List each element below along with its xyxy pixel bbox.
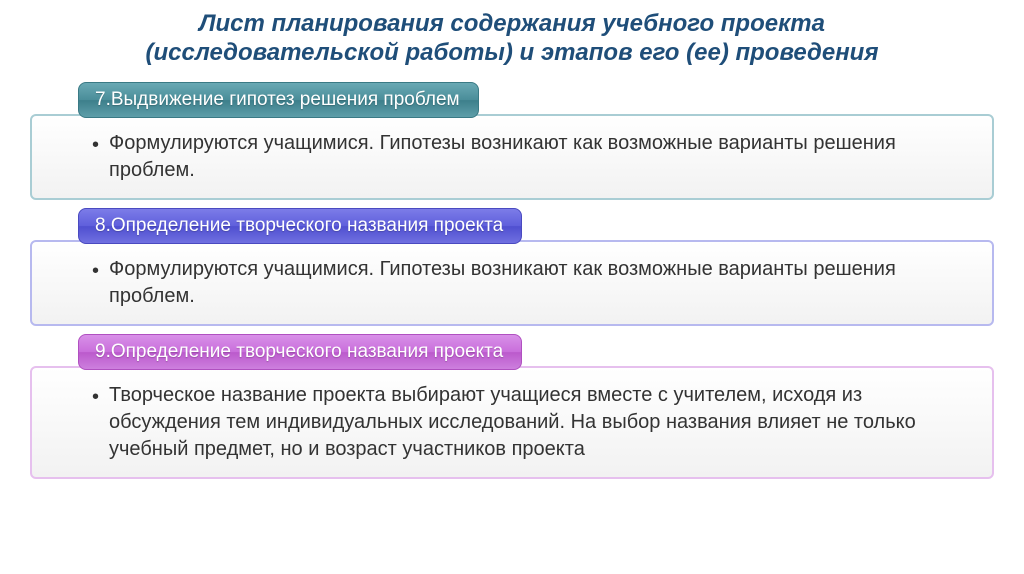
section-9-body: Творческое название проекта выбирают уча…: [109, 382, 962, 463]
section-8: 8.Определение творческого названия проек…: [30, 208, 994, 326]
section-8-content: • Формулируются учащимися. Гипотезы возн…: [30, 240, 994, 326]
section-7-content: • Формулируются учащимися. Гипотезы возн…: [30, 114, 994, 200]
section-9-header: 9.Определение творческого названия проек…: [78, 334, 522, 370]
bullet-icon: •: [92, 132, 99, 159]
bullet-item: • Формулируются учащимися. Гипотезы возн…: [92, 256, 962, 310]
title-line-1: Лист планирования содержания учебного пр…: [199, 10, 825, 37]
bullet-icon: •: [92, 384, 99, 411]
bullet-item: • Творческое название проекта выбирают у…: [92, 382, 962, 463]
bullet-icon: •: [92, 258, 99, 285]
section-9-content: • Творческое название проекта выбирают у…: [30, 366, 994, 479]
slide-title: Лист планирования содержания учебного пр…: [0, 0, 1024, 74]
section-7: 7.Выдвижение гипотез решения проблем • Ф…: [30, 82, 994, 200]
section-8-header: 8.Определение творческого названия проек…: [78, 208, 522, 244]
section-7-body: Формулируются учащимися. Гипотезы возник…: [109, 130, 962, 184]
section-9: 9.Определение творческого названия проек…: [30, 334, 994, 479]
section-7-header: 7.Выдвижение гипотез решения проблем: [78, 82, 479, 118]
bullet-item: • Формулируются учащимися. Гипотезы возн…: [92, 130, 962, 184]
section-8-body: Формулируются учащимися. Гипотезы возник…: [109, 256, 962, 310]
title-line-2: (исследовательской работы) и этапов его …: [146, 39, 879, 66]
